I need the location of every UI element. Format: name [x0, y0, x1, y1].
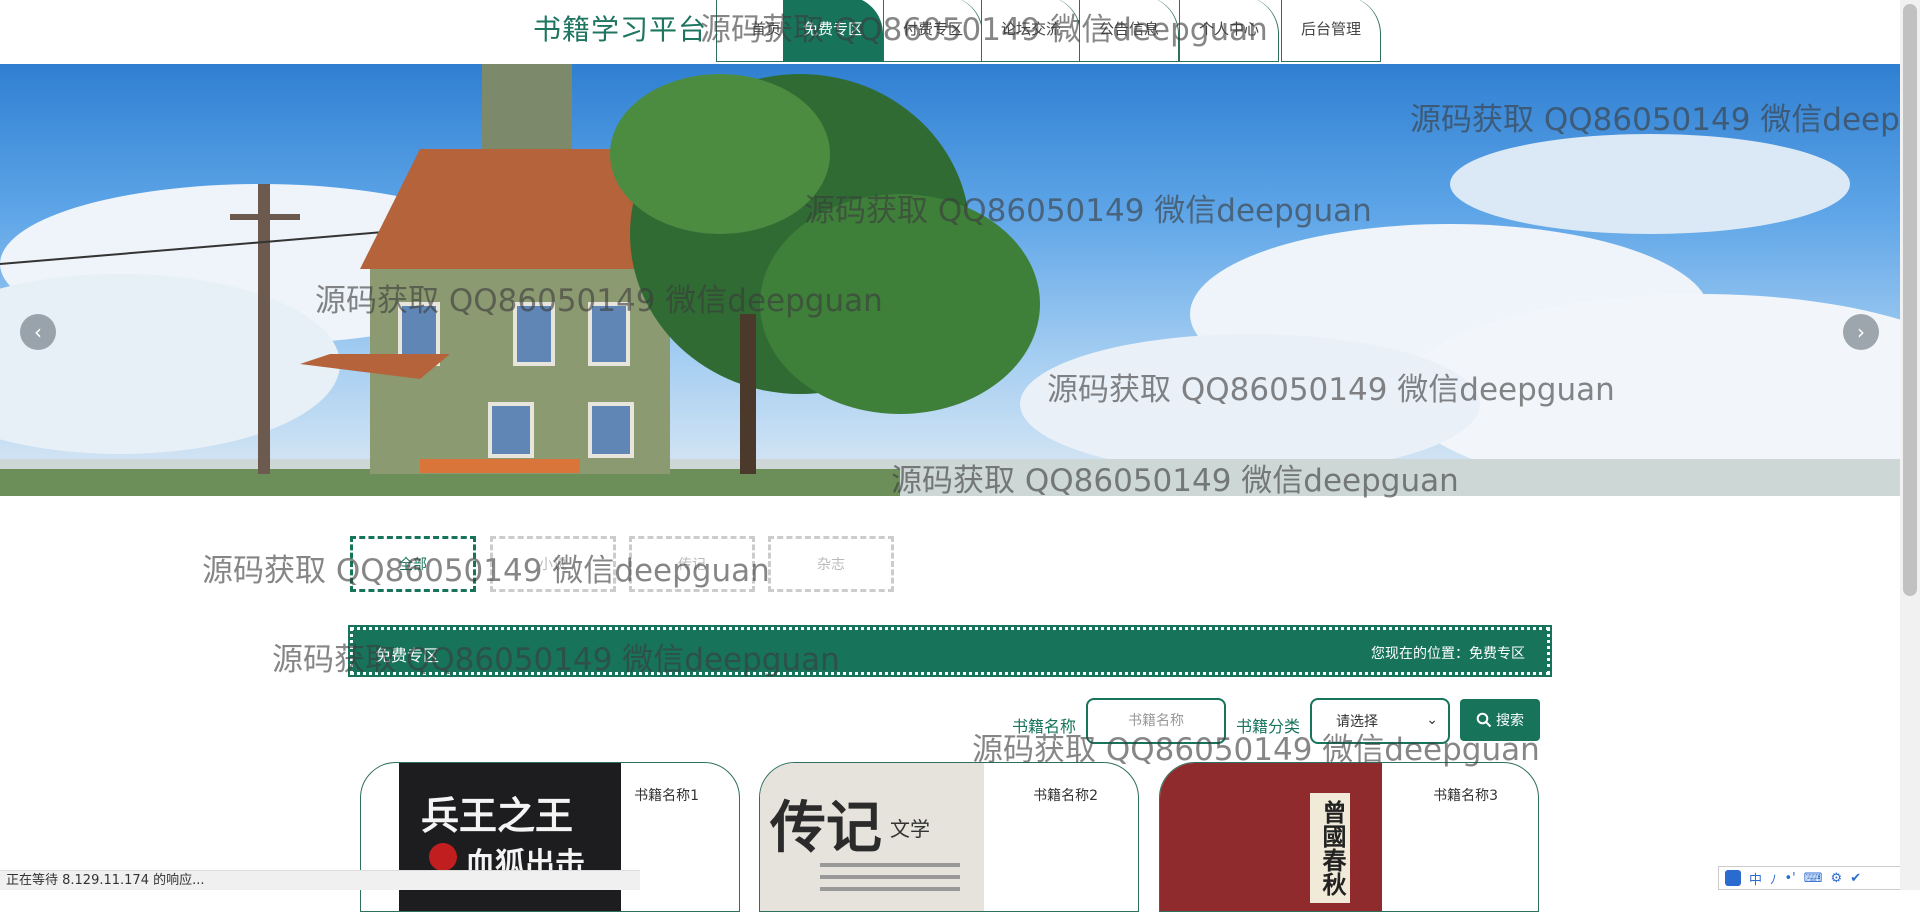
- search-button-label: 搜索: [1496, 713, 1524, 729]
- nav-tab-paid-zone[interactable]: 付费专区: [883, 0, 983, 62]
- page-scrollbar-thumb[interactable]: [1903, 4, 1917, 596]
- ime-tray-item[interactable]: ⌨: [1804, 871, 1823, 886]
- banner-carousel[interactable]: ‹ ›: [0, 64, 1900, 496]
- book-name[interactable]: 书籍名称2: [1033, 785, 1098, 805]
- book-cover-title: 曾國春秋: [1310, 793, 1350, 903]
- nav-tab-free-zone[interactable]: 免费专区: [783, 0, 883, 62]
- section-header-bar: 免费专区 您现在的位置：免费专区: [348, 625, 1552, 677]
- book-cover-emblem: [429, 843, 457, 871]
- section-title: 免费专区: [375, 646, 440, 665]
- book-name[interactable]: 书籍名称3: [1433, 785, 1498, 805]
- category-filter-magazine[interactable]: 杂志: [768, 536, 894, 592]
- nav-tab-forum[interactable]: 论坛交流: [981, 0, 1081, 62]
- chevron-left-icon: ‹: [34, 320, 42, 344]
- search-button[interactable]: 搜索: [1460, 699, 1540, 741]
- book-category-select[interactable]: 请选择 ⌄: [1310, 698, 1450, 744]
- chevron-down-icon: ⌄: [1426, 712, 1438, 728]
- ime-tray-item[interactable]: •': [1785, 871, 1796, 886]
- ime-tray-item[interactable]: ﾉ: [1770, 869, 1777, 888]
- breadcrumb: 您现在的位置：免费专区: [1371, 646, 1525, 662]
- site-title[interactable]: 书籍学习平台: [533, 8, 707, 48]
- ime-tray-item[interactable]: ⚙: [1831, 871, 1843, 886]
- ime-tray-item[interactable]: ✔: [1850, 871, 1861, 886]
- book-cover-subtitle: 文学: [890, 817, 930, 841]
- book-name[interactable]: 书籍名称1: [634, 785, 699, 805]
- carousel-next-button[interactable]: ›: [1843, 314, 1879, 350]
- carousel-prev-button[interactable]: ‹: [20, 314, 56, 350]
- ime-toolbar[interactable]: 中 ﾉ •' ⌨ ⚙ ✔: [1718, 866, 1920, 890]
- banner-illustration: [0, 64, 1900, 496]
- ime-logo-icon: [1725, 870, 1741, 886]
- chevron-right-icon: ›: [1857, 320, 1865, 344]
- book-cover-text-line: [820, 887, 960, 891]
- category-filter-all[interactable]: 全部: [350, 536, 476, 592]
- book-name-input[interactable]: [1086, 698, 1226, 744]
- top-navbar: 书籍学习平台 首页 免费专区 付费专区 论坛交流 公告信息 个人中心 后台管理: [0, 0, 1900, 65]
- nav-tab-admin[interactable]: 后台管理: [1281, 0, 1381, 62]
- nav-tab-profile[interactable]: 个人中心: [1179, 0, 1279, 62]
- book-cover-text-line: [820, 863, 960, 867]
- search-icon: [1476, 712, 1492, 728]
- book-category-selected: 请选择: [1336, 714, 1378, 730]
- book-category-label: 书籍分类: [1236, 717, 1301, 736]
- book-cover-title: 兵王之王: [421, 793, 574, 838]
- nav-tab-announcements[interactable]: 公告信息: [1079, 0, 1179, 62]
- category-filter-novel[interactable]: 小说: [490, 536, 616, 592]
- book-cover-title: 传记: [770, 795, 882, 861]
- book-name-label: 书籍名称: [1012, 717, 1077, 736]
- ime-tray-item[interactable]: 中: [1749, 869, 1762, 888]
- category-filter-biography[interactable]: 传记: [629, 536, 755, 592]
- book-cover-text-line: [820, 875, 960, 879]
- browser-status-bar: 正在等待 8.129.11.174 的响应...: [0, 870, 640, 890]
